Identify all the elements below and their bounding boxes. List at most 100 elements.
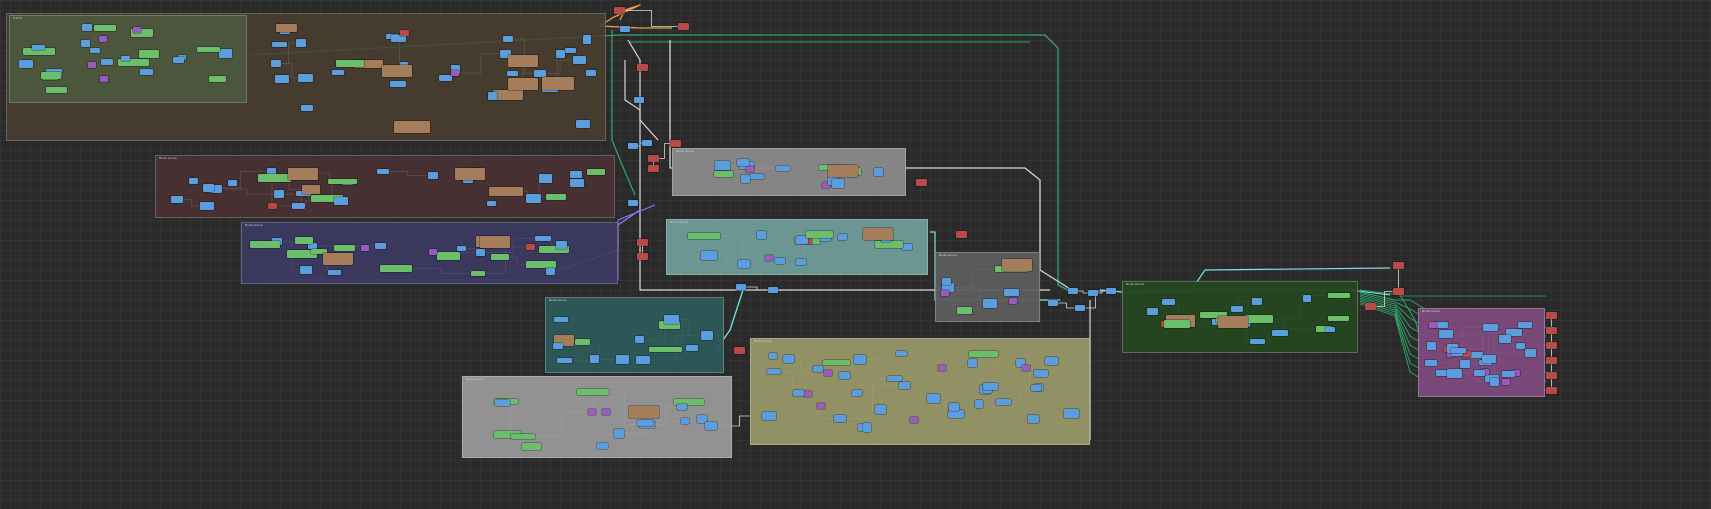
output-node[interactable] <box>734 347 745 354</box>
output-node[interactable] <box>614 7 625 14</box>
math-node[interactable] <box>1303 295 1311 302</box>
math-node[interactable] <box>767 369 781 374</box>
math-node[interactable] <box>686 345 698 351</box>
math-node[interactable] <box>1031 385 1041 391</box>
output-node[interactable] <box>678 23 689 30</box>
math-node[interactable] <box>796 259 806 265</box>
math-node[interactable] <box>776 166 790 171</box>
color-ramp-node[interactable] <box>323 253 353 265</box>
math-node[interactable] <box>949 403 959 411</box>
math-node[interactable] <box>1518 322 1532 328</box>
math-node[interactable] <box>1525 349 1536 357</box>
math-node[interactable] <box>1460 360 1470 368</box>
math-node[interactable] <box>573 56 586 64</box>
input-node[interactable] <box>546 194 566 200</box>
math-node[interactable] <box>1028 415 1039 423</box>
output-node[interactable] <box>916 179 927 186</box>
math-node[interactable] <box>439 75 452 81</box>
color-ramp-node[interactable] <box>302 185 320 194</box>
vector-node[interactable] <box>100 76 108 82</box>
math-node[interactable] <box>583 35 591 44</box>
output-node[interactable] <box>637 253 648 260</box>
math-node[interactable] <box>737 159 749 166</box>
math-node[interactable] <box>301 105 313 111</box>
input-node[interactable] <box>334 245 355 251</box>
math-node[interactable] <box>1004 289 1019 296</box>
node-editor-canvas[interactable]: FrameFrameNode GroupNode GroupNode Group… <box>0 0 1711 509</box>
math-node[interactable] <box>839 372 850 379</box>
math-node[interactable] <box>328 270 341 275</box>
math-node[interactable] <box>140 69 153 75</box>
input-node[interactable] <box>491 254 509 260</box>
vector-node[interactable] <box>361 245 369 251</box>
color-ramp-node[interactable] <box>276 24 297 32</box>
vector-node[interactable] <box>602 409 610 415</box>
input-node[interactable] <box>1328 316 1349 321</box>
vector-node[interactable] <box>1009 298 1017 304</box>
math-node[interactable] <box>300 266 312 274</box>
output-node[interactable] <box>1546 357 1557 364</box>
math-node[interactable] <box>854 355 866 364</box>
input-node[interactable] <box>471 271 485 276</box>
math-node[interactable] <box>1250 339 1265 344</box>
math-node[interactable] <box>274 190 284 198</box>
vector-node[interactable] <box>1429 322 1437 328</box>
math-node[interactable] <box>82 24 92 31</box>
math-node[interactable] <box>189 178 198 184</box>
math-node[interactable] <box>636 356 650 364</box>
math-node[interactable] <box>902 244 912 250</box>
math-node[interactable] <box>838 234 847 240</box>
math-node[interactable] <box>203 184 214 192</box>
math-node[interactable] <box>927 394 940 403</box>
math-node[interactable] <box>428 172 438 179</box>
math-node[interactable] <box>899 382 910 389</box>
math-node[interactable] <box>219 49 232 58</box>
math-node[interactable] <box>556 241 567 249</box>
math-node[interactable] <box>557 358 572 363</box>
math-node[interactable] <box>948 410 964 418</box>
math-node[interactable] <box>1499 335 1511 343</box>
input-node[interactable] <box>258 174 291 182</box>
math-node[interactable] <box>793 390 804 396</box>
node-frame[interactable]: Node Group <box>155 155 615 218</box>
math-node[interactable] <box>121 56 130 61</box>
math-node[interactable] <box>200 202 214 210</box>
vector-node[interactable] <box>1502 379 1510 385</box>
math-node[interactable] <box>503 36 513 42</box>
math-node[interactable] <box>554 317 568 322</box>
input-node[interactable] <box>46 87 67 93</box>
output-node[interactable] <box>1393 262 1404 269</box>
output-node[interactable] <box>648 155 659 162</box>
math-node[interactable] <box>664 315 679 324</box>
input-node[interactable] <box>336 60 364 67</box>
vector-node[interactable] <box>1022 365 1030 371</box>
math-node[interactable] <box>534 70 546 77</box>
color-ramp-node[interactable] <box>1002 259 1032 271</box>
math-node[interactable] <box>271 60 281 67</box>
color-ramp-node[interactable] <box>542 77 574 90</box>
math-node[interactable] <box>635 336 644 343</box>
math-node[interactable] <box>1451 348 1466 353</box>
math-node[interactable] <box>298 74 313 82</box>
input-node[interactable] <box>823 360 850 365</box>
input-node[interactable] <box>688 233 720 239</box>
math-node[interactable] <box>1064 409 1079 418</box>
math-node[interactable] <box>81 40 90 47</box>
input-node[interactable] <box>328 179 357 184</box>
output-node[interactable] <box>1393 288 1404 295</box>
output-node[interactable] <box>637 64 648 71</box>
output-node[interactable] <box>1546 387 1557 394</box>
input-node[interactable] <box>526 261 556 268</box>
math-node[interactable] <box>768 287 778 293</box>
math-node[interactable] <box>896 351 907 356</box>
math-node[interactable] <box>750 174 764 179</box>
color-ramp-node[interactable] <box>455 168 485 180</box>
input-node[interactable] <box>41 72 61 79</box>
math-node[interactable] <box>377 169 389 174</box>
input-node[interactable] <box>94 25 116 31</box>
output-node[interactable] <box>1365 303 1376 310</box>
output-node[interactable] <box>1546 372 1557 379</box>
math-node[interactable] <box>1474 370 1485 376</box>
math-node[interactable] <box>1048 300 1058 306</box>
math-node[interactable] <box>334 197 348 205</box>
